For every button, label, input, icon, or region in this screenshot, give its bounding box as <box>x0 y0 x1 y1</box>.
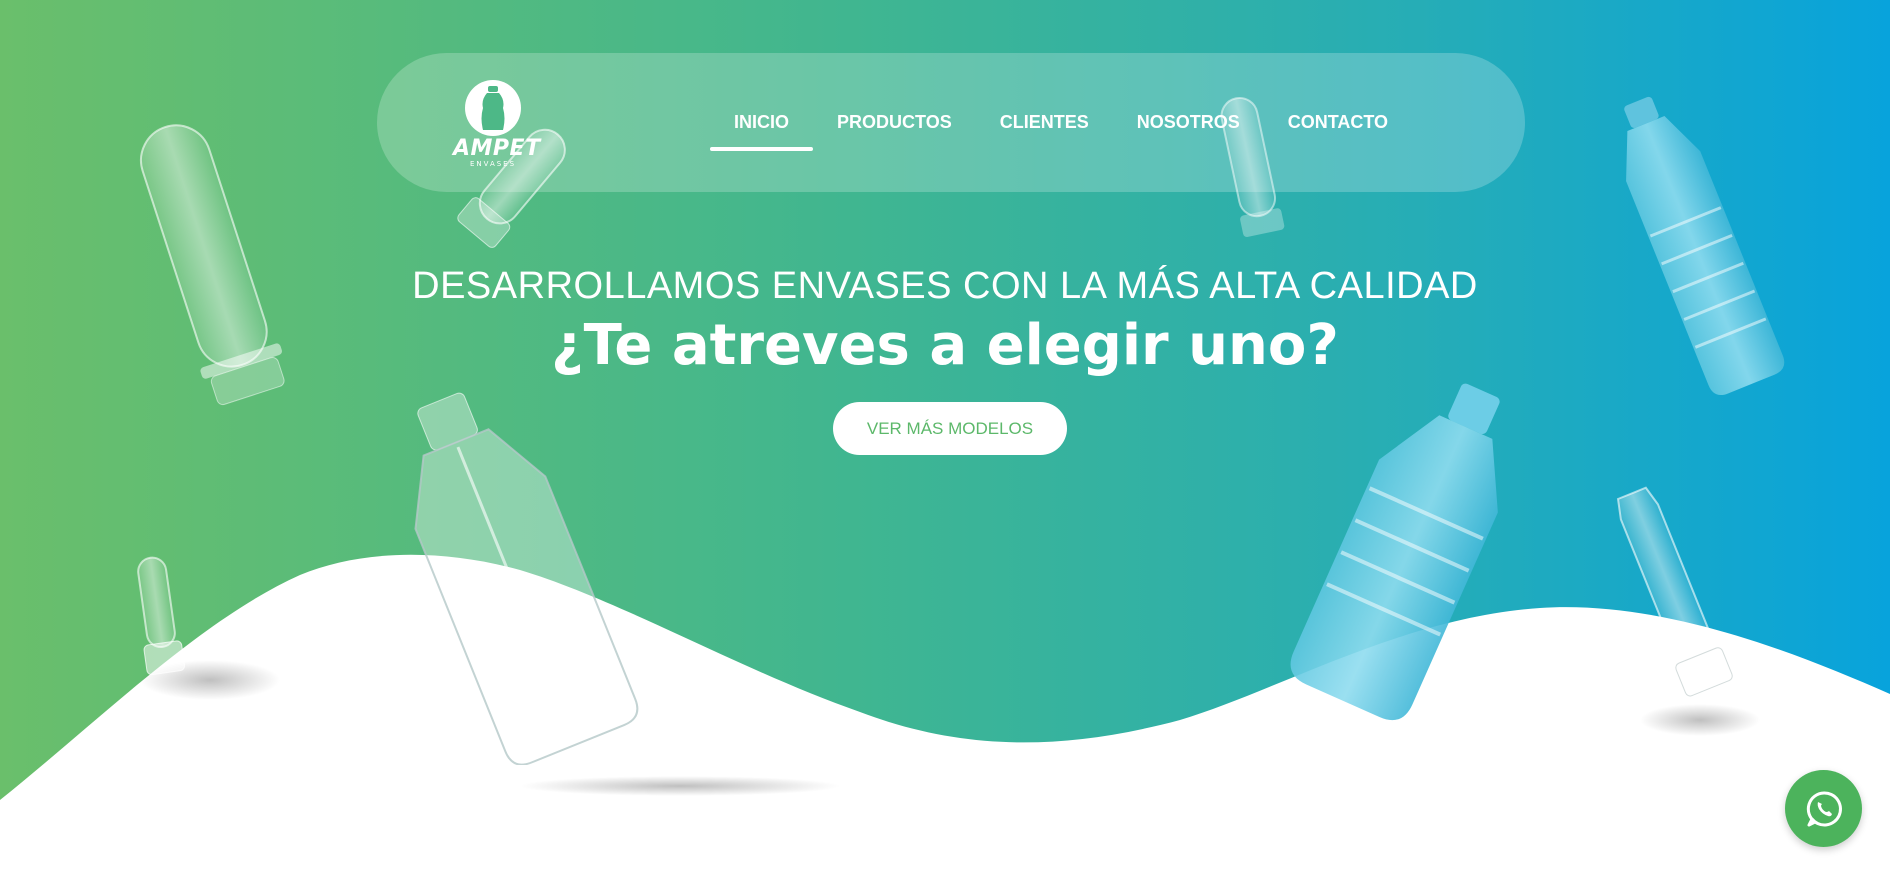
nav-item-clientes[interactable]: CLIENTES <box>976 53 1113 192</box>
brand-subtitle: ENVASES <box>469 160 517 168</box>
preform-bottle-image <box>1616 486 1733 697</box>
hero-section: AMPET ENVASES INICIO PRODUCTOS CLIENTES … <box>0 0 1890 894</box>
hero-tagline: ¿Te atreves a elegir uno? <box>551 313 1339 378</box>
bottle-logo-icon <box>465 80 521 136</box>
brand-logo[interactable]: AMPET ENVASES <box>453 80 541 170</box>
whatsapp-icon <box>1806 791 1842 827</box>
hero-headline: DESARROLLAMOS ENVASES CON LA MÁS ALTA CA… <box>412 265 1478 307</box>
nav-item-nosotros[interactable]: NOSOTROS <box>1113 53 1264 192</box>
nav-item-contacto[interactable]: CONTACTO <box>1264 53 1412 192</box>
nav-item-productos[interactable]: PRODUCTOS <box>813 53 976 192</box>
view-more-models-button[interactable]: VER MÁS MODELOS <box>833 402 1067 455</box>
main-menu: INICIO PRODUCTOS CLIENTES NOSOTROS CONTA… <box>710 53 1412 192</box>
nav-item-inicio[interactable]: INICIO <box>710 53 814 192</box>
brand-name: AMPET <box>453 136 541 161</box>
preform-bottle-image <box>137 556 186 676</box>
main-navbar: AMPET ENVASES INICIO PRODUCTOS CLIENTES … <box>377 53 1525 192</box>
whatsapp-button[interactable] <box>1785 770 1862 847</box>
ribbed-water-bottle-image <box>1290 383 1500 721</box>
square-bottle-image <box>414 392 639 765</box>
